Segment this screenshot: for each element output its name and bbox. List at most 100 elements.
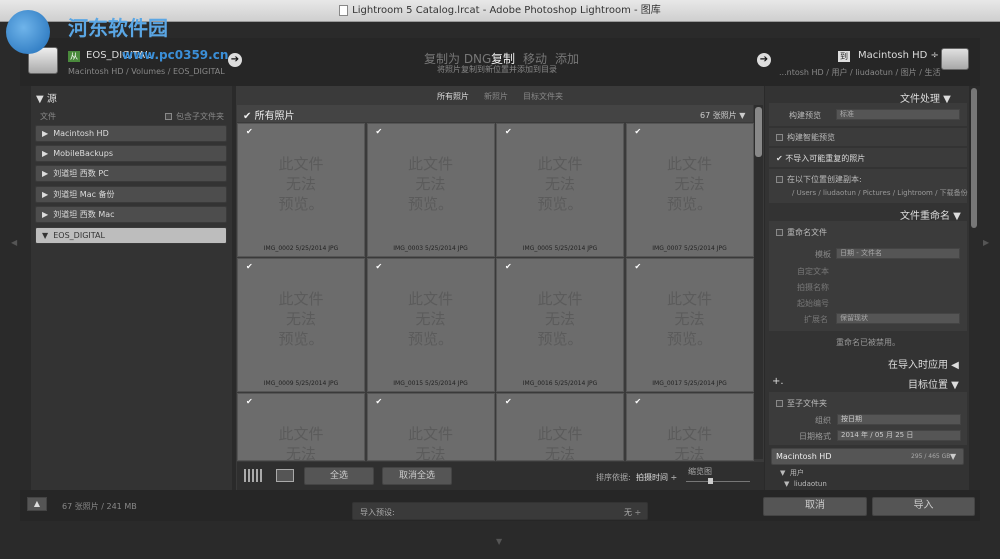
- tab-all-photos[interactable]: 所有照片: [437, 91, 469, 102]
- rename-files-label: 重命名文件: [787, 228, 827, 237]
- extension-select[interactable]: 保留现状: [836, 313, 960, 324]
- source-item-eos-digital[interactable]: ▼ EOS_DIGITAL: [35, 227, 227, 244]
- select-all-button[interactable]: 全选: [304, 467, 374, 485]
- source-item-wd-mac[interactable]: ▶ 刘道坦 西数 Mac: [35, 206, 227, 223]
- grid-scrollbar[interactable]: [754, 105, 763, 459]
- thumbnail-checkbox[interactable]: ✔: [635, 127, 642, 136]
- destination-name[interactable]: Macintosh HD ÷: [858, 50, 939, 61]
- file-rename-header[interactable]: 文件重命名 ▼: [900, 207, 961, 222]
- thumbnail-checkbox[interactable]: ✔: [376, 397, 383, 406]
- thumbnail-checkbox[interactable]: ✔: [635, 397, 642, 406]
- tree-user[interactable]: ▼ liudaotun: [784, 480, 827, 488]
- grid-view-icon[interactable]: [244, 469, 264, 482]
- apply-during-import-header[interactable]: 在导入时应用 ◀: [888, 356, 959, 371]
- mode-add[interactable]: 添加: [555, 50, 579, 67]
- no-preview-watermark: 此文件无法预览。: [238, 289, 364, 349]
- start-number-label: 起始编号: [797, 299, 829, 308]
- cancel-button[interactable]: 取消: [763, 497, 867, 516]
- thumbnail-checkbox[interactable]: ✔: [246, 127, 253, 136]
- thumbnail-checkbox[interactable]: ✔: [505, 397, 512, 406]
- thumbnail-checkbox[interactable]: ✔: [635, 262, 642, 271]
- into-subfolder-checkbox[interactable]: 至子文件夹: [776, 398, 827, 409]
- source-item-label: Macintosh HD: [53, 129, 109, 138]
- thumbnail-checkbox[interactable]: ✔: [246, 397, 253, 406]
- thumbnail-size-slider-thumb[interactable]: [708, 478, 713, 484]
- source-item-macintosh-hd[interactable]: ▶ Macintosh HD: [35, 125, 227, 142]
- bottom-panel-toggle-icon[interactable]: ▼: [496, 537, 502, 546]
- source-panel-header[interactable]: ▼ 源: [36, 90, 57, 105]
- no-preview-line: 无法: [285, 310, 316, 328]
- thumbnail-checkbox[interactable]: ✔: [376, 262, 383, 271]
- include-subfolders-checkbox[interactable]: 包含子文件夹: [165, 111, 224, 122]
- photo-thumbnail[interactable]: ✔ 此文件 无法 预览。 IMG_0015 5/25/2014 JPG: [366, 258, 495, 392]
- no-preview-line: 无法: [415, 310, 446, 328]
- no-preview-watermark: 此文件无法预览。: [368, 154, 494, 214]
- organize-select[interactable]: 按日期: [837, 414, 961, 425]
- no-preview-line: 无法: [415, 445, 446, 463]
- second-copy-path[interactable]: / Users / liudaotun / Pictures / Lightro…: [792, 188, 968, 198]
- no-preview-watermark: 此文件无法预览。: [627, 154, 753, 214]
- photo-thumbnail[interactable]: ✔此文件无法预览。: [625, 393, 754, 483]
- no-preview-line: 无法: [544, 175, 575, 193]
- destination-label: 目标位置: [908, 380, 948, 391]
- thumbnail-checkbox[interactable]: ✔: [246, 262, 253, 271]
- loupe-view-icon[interactable]: [276, 469, 294, 482]
- tab-new-photos[interactable]: 新照片: [484, 91, 508, 102]
- no-preview-line: 预览。: [666, 330, 712, 348]
- template-select[interactable]: 日期 - 文件名: [836, 248, 960, 259]
- date-format-select[interactable]: 2014 年 / 05 月 25 日: [837, 430, 961, 441]
- custom-text-label: 自定文本: [797, 267, 829, 276]
- thumbnail-checkbox[interactable]: ✔: [505, 127, 512, 136]
- second-copy-checkbox[interactable]: 在以下位置创建副本:: [776, 174, 862, 185]
- rename-files-checkbox[interactable]: 重命名文件: [776, 227, 827, 238]
- no-preview-line: 预览。: [278, 195, 324, 213]
- volume-expand-icon[interactable]: ▼: [950, 452, 956, 461]
- no-duplicates-checkbox[interactable]: ✔ 不导入可能重复的照片: [776, 153, 865, 164]
- thumbnail-checkbox[interactable]: ✔: [376, 127, 383, 136]
- photo-thumbnail[interactable]: ✔此文件无法预览。: [366, 393, 495, 483]
- shoot-name-label: 拍摄名称: [797, 283, 829, 292]
- deselect-all-button[interactable]: 取消全选: [382, 467, 452, 485]
- add-destination-button[interactable]: +.: [772, 376, 784, 387]
- check-all-checkbox[interactable]: ✔ 所有照片: [243, 107, 295, 122]
- settings-scrollbar-thumb[interactable]: [971, 88, 977, 228]
- grid-scrollbar-thumb[interactable]: [755, 107, 762, 157]
- thumbnail-filename: IMG_0002 5/25/2014 JPG: [263, 245, 339, 252]
- destination-header[interactable]: 目标位置 ▼: [908, 376, 959, 391]
- document-icon: [339, 4, 349, 16]
- collapse-button[interactable]: ▲: [27, 497, 47, 511]
- source-item-wd-pc[interactable]: ▶ 刘道坦 西数 PC: [35, 165, 227, 182]
- photo-thumbnail[interactable]: ✔ 此文件 无法 预览。 IMG_0002 5/25/2014 JPG: [237, 123, 365, 257]
- thumbnail-checkbox[interactable]: ✔: [505, 262, 512, 271]
- import-preset-select[interactable]: 无 ÷: [624, 507, 641, 518]
- files-label: 文件: [40, 112, 56, 121]
- source-item-mobilebackups[interactable]: ▶ MobileBackups: [35, 145, 227, 162]
- photo-thumbnail[interactable]: ✔ 此文件 无法 预览。 IMG_0003 5/25/2014 JPG: [366, 123, 495, 257]
- sort-select[interactable]: 拍摄时间 ÷: [636, 472, 677, 483]
- photo-thumbnail[interactable]: ✔ 此文件 无法 预览。 IMG_0017 5/25/2014 JPG: [625, 258, 754, 392]
- import-button[interactable]: 导入: [872, 497, 975, 516]
- no-preview-line: 此文件: [407, 155, 453, 173]
- photo-thumbnail[interactable]: ✔ 此文件 无法 预览。 IMG_0007 5/25/2014 JPG: [625, 123, 754, 257]
- tab-destination-folders[interactable]: 目标文件夹: [523, 91, 563, 102]
- photo-thumbnail[interactable]: ✔此文件无法预览。: [496, 393, 624, 483]
- smart-preview-checkbox[interactable]: 构建智能预览: [776, 132, 835, 143]
- source-arrow-icon[interactable]: ➔: [228, 53, 242, 67]
- left-panel-toggle-icon[interactable]: ◀: [11, 238, 17, 247]
- source-item-mac-backup[interactable]: ▶ 刘道坦 Mac 备份: [35, 186, 227, 203]
- right-panel-toggle-icon[interactable]: ▶: [983, 238, 989, 247]
- photo-count-text: 67 张照片: [700, 111, 737, 120]
- thumbnail-size-slider[interactable]: [686, 481, 750, 482]
- into-subfolder-label: 至子文件夹: [787, 399, 827, 408]
- photo-thumbnail[interactable]: ✔此文件无法预览。: [237, 393, 365, 483]
- tree-users[interactable]: ▼ 用户: [780, 468, 804, 478]
- no-preview-watermark: 此文件无法预览。: [497, 289, 623, 349]
- build-preview-select[interactable]: 标准: [836, 109, 960, 120]
- apply-during-import-label: 在导入时应用: [888, 360, 948, 371]
- dest-arrow-icon[interactable]: ➔: [757, 53, 771, 67]
- photo-thumbnail[interactable]: ✔ 此文件 无法 预览。 IMG_0009 5/25/2014 JPG: [237, 258, 365, 392]
- photo-thumbnail[interactable]: ✔ 此文件 无法 预览。 IMG_0016 5/25/2014 JPG: [496, 258, 624, 392]
- to-badge: 到: [838, 51, 850, 62]
- volume-name: Macintosh HD: [776, 452, 832, 461]
- photo-thumbnail[interactable]: ✔ 此文件 无法 预览。 IMG_0005 5/25/2014 JPG: [496, 123, 624, 257]
